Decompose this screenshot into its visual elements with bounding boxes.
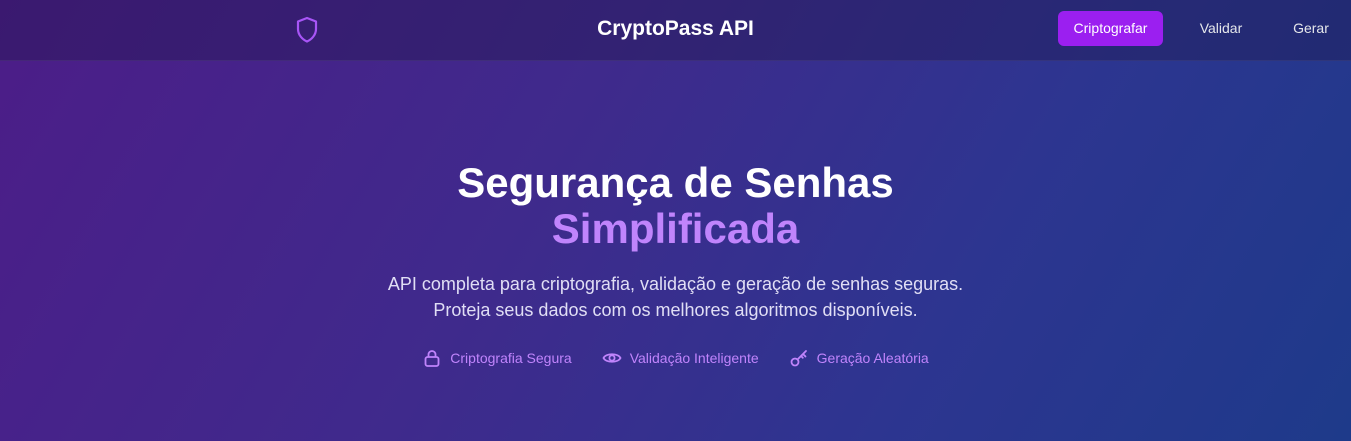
feature-geracao: Geração Aleatória [789,348,929,368]
nav-validar-button[interactable]: Validar [1186,11,1256,46]
nav-gerar-button[interactable]: Gerar [1282,11,1340,46]
hero-title: Segurança de Senhas Simplificada [0,160,1351,252]
top-navbar: CryptoPass API Criptografar Validar Gera… [0,0,1351,61]
eye-icon [602,353,622,363]
hero-subtitle-line1: API completa para criptografia, validaçã… [387,274,964,294]
hero-subtitle: API completa para criptografia, validaçã… [0,271,1351,323]
feature-validacao: Validação Inteligente [602,348,759,368]
key-icon [790,350,807,367]
hero-subtitle-line2: Proteja seus dados com os melhores algor… [433,300,918,320]
brand-title[interactable]: CryptoPass API [597,17,754,40]
hero-title-line1: Segurança de Senhas [457,159,894,206]
feature-label: Validação Inteligente [629,350,759,366]
feature-label: Criptografia Segura [450,350,572,366]
feature-label: Geração Aleatória [816,350,929,366]
feature-criptografia: Criptografia Segura [422,348,572,368]
hero-title-highlight: Simplificada [551,205,800,252]
feature-list: Criptografia Segura Validação Inteligent… [0,348,1351,368]
lock-icon [424,350,440,367]
nav-criptografar-button[interactable]: Criptografar [1058,11,1163,46]
